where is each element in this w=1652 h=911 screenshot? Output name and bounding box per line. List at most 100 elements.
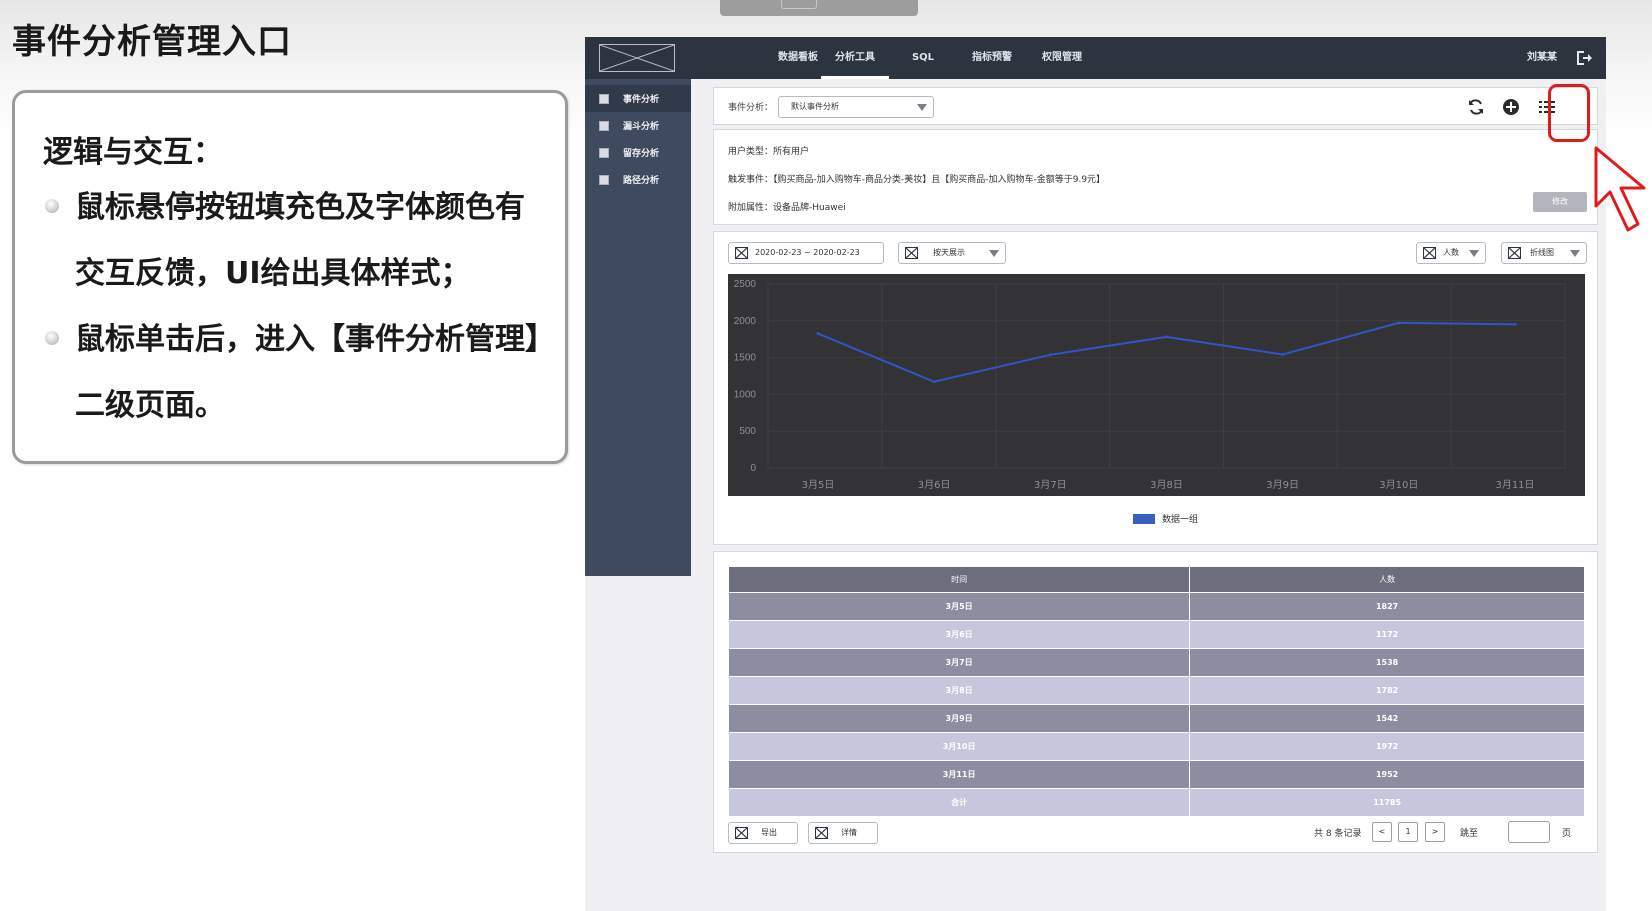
- table-total-row: 合计 11785: [727, 788, 1585, 817]
- refresh-icon[interactable]: [1467, 98, 1485, 116]
- table-row: 3月10日 1972: [727, 732, 1585, 761]
- legend-label: 数据一组: [1162, 515, 1199, 525]
- table-cell: 3月7日: [727, 648, 1191, 677]
- chevron-down-icon: [1570, 250, 1580, 257]
- table-cell: 3月6日: [727, 620, 1191, 649]
- data-point: [1281, 353, 1285, 357]
- nav-metric-alerts[interactable]: 指标预警: [967, 37, 1017, 79]
- table-row: 3月11日 1952: [727, 760, 1585, 789]
- table-cell: 合计: [727, 788, 1191, 817]
- metric-value: 人数: [1443, 248, 1459, 257]
- app-window: 数据看板 分析工具 SQL 指标预警 权限管理 刘某某 事件分析 漏斗分析 留存…: [585, 37, 1606, 911]
- date-range-picker[interactable]: 2020-02-23 ~ 2020-02-23: [728, 242, 884, 264]
- add-circle-icon[interactable]: [1502, 98, 1520, 116]
- bullet-dot-icon: [45, 199, 59, 213]
- total-records-text: 共 8 条记录: [1314, 829, 1362, 839]
- export-button[interactable]: 导出: [728, 822, 798, 844]
- note-bullet-text: 鼠标悬停按钮填充色及字体颜色有交互反馈，UI给出具体样式；: [75, 190, 525, 291]
- jump-label: 跳至: [1460, 829, 1479, 839]
- detail-button[interactable]: 详情: [808, 822, 878, 844]
- column-header-count: 人数: [1189, 566, 1585, 593]
- export-label: 导出: [761, 828, 777, 837]
- table-row: 3月5日 1827: [727, 592, 1585, 621]
- event-analysis-select[interactable]: 默认事件分析: [778, 96, 934, 118]
- table-cell: 1827: [1189, 592, 1585, 621]
- sidebar-item-label: 留存分析: [623, 149, 660, 159]
- sidebar-item-path-analysis[interactable]: 路径分析: [585, 166, 691, 193]
- series-line: [817, 321, 1516, 383]
- menu-item-icon: [599, 93, 609, 104]
- nav-analysis-tools[interactable]: 分析工具: [821, 37, 889, 79]
- table-cell: 1972: [1189, 732, 1585, 761]
- sidebar-item-event-analysis[interactable]: 事件分析: [585, 85, 691, 112]
- date-range-value: 2020-02-23 ~ 2020-02-23: [755, 248, 860, 257]
- next-page-button[interactable]: >: [1425, 822, 1445, 842]
- nav-sql[interactable]: SQL: [905, 37, 941, 79]
- note-heading: 逻辑与交互：: [43, 135, 223, 170]
- x-tick-label: 3月7日: [1034, 479, 1067, 491]
- menu-item-icon: [599, 174, 609, 185]
- y-tick-label: 1500: [734, 353, 757, 364]
- table-cell: 3月10日: [727, 732, 1191, 761]
- chart-type-value: 折线图: [1530, 248, 1554, 257]
- page-unit-label: 页: [1562, 829, 1572, 839]
- x-tick-label: 3月8日: [1150, 479, 1183, 491]
- y-tick-label: 0: [750, 463, 756, 474]
- nav-permissions[interactable]: 权限管理: [1037, 37, 1087, 79]
- table-cell: 1542: [1189, 704, 1585, 733]
- prev-page-button[interactable]: <: [1372, 822, 1392, 842]
- table-header-row: 时间 人数: [727, 566, 1585, 593]
- jump-page-input[interactable]: [1508, 821, 1550, 843]
- granularity-select[interactable]: 按天展示: [898, 242, 1006, 264]
- x-tick-label: 3月9日: [1266, 479, 1299, 491]
- chart-type-icon: [1508, 247, 1521, 259]
- data-point: [1513, 322, 1517, 326]
- slide-title: 事件分析管理入口: [12, 22, 292, 62]
- calendar-icon: [735, 247, 748, 259]
- data-point: [816, 332, 820, 336]
- logic-note-box: 逻辑与交互： 鼠标悬停按钮填充色及字体颜色有交互反馈，UI给出具体样式； 鼠标单…: [12, 90, 568, 464]
- sidebar-item-label: 路径分析: [623, 176, 660, 186]
- metric-select[interactable]: 人数: [1416, 242, 1486, 264]
- data-table: 时间 人数 3月5日 1827 3月6日 1172 3月7日 1538 3月8日 178…: [727, 566, 1585, 817]
- granularity-value: 按天展示: [933, 248, 965, 257]
- data-point: [1165, 335, 1168, 339]
- table-cell: 3月5日: [727, 592, 1191, 621]
- top-navbar: 数据看板 分析工具 SQL 指标预警 权限管理 刘某某: [585, 37, 1606, 79]
- note-bullet-text: 鼠标单击后，进入【事件分析管理】二级页面。: [75, 322, 540, 423]
- logout-icon[interactable]: [1575, 49, 1593, 67]
- metric-icon: [1423, 247, 1436, 259]
- detail-icon: [815, 827, 828, 839]
- table-cell: 1538: [1189, 648, 1585, 677]
- nav-dashboard[interactable]: 数据看板: [773, 37, 823, 79]
- x-tick-label: 3月5日: [802, 479, 835, 491]
- sidebar: 事件分析 漏斗分析 留存分析 路径分析: [585, 79, 691, 576]
- sidebar-item-label: 事件分析: [623, 95, 660, 105]
- sidebar-item-retention-analysis[interactable]: 留存分析: [585, 139, 691, 166]
- chart-type-select[interactable]: 折线图: [1501, 242, 1587, 264]
- current-page[interactable]: 1: [1398, 822, 1418, 842]
- x-tick-label: 3月11日: [1495, 479, 1534, 491]
- bullet-dot-icon: [45, 331, 59, 345]
- attribute-text: 附加属性：设备品牌-Huawei: [728, 203, 846, 213]
- menu-item-icon: [599, 120, 609, 131]
- table-panel: 时间 人数 3月5日 1827 3月6日 1172 3月7日 1538 3月8日 178…: [713, 551, 1598, 853]
- edit-button[interactable]: 修改: [1533, 192, 1587, 212]
- note-bullet-click: 鼠标单击后，进入【事件分析管理】二级页面。: [45, 307, 545, 439]
- data-point: [1397, 321, 1401, 325]
- user-type-text: 用户类型：所有用户: [728, 147, 810, 157]
- detail-label: 详情: [841, 828, 857, 837]
- user-name[interactable]: 刘某某: [1527, 37, 1557, 79]
- sidebar-item-funnel-analysis[interactable]: 漏斗分析: [585, 112, 691, 139]
- x-tick-label: 3月10日: [1379, 479, 1418, 491]
- table-cell: 1782: [1189, 676, 1585, 705]
- y-tick-label: 1000: [734, 389, 757, 400]
- table-row: 3月6日 1172: [727, 620, 1585, 649]
- line-chart: 0 500 1000 1500 2000 2500 3月5日 3月6日 3月7日 3月8日 3月9日…: [728, 274, 1585, 496]
- chevron-down-icon: [989, 250, 999, 257]
- table-row: 3月8日 1782: [727, 676, 1585, 705]
- chart-panel: 2020-02-23 ~ 2020-02-23 按天展示 人数 折线图 0 500…: [713, 231, 1598, 545]
- y-tick-label: 500: [739, 426, 756, 437]
- menu-item-icon: [599, 147, 609, 158]
- query-bar: 事件分析： 默认事件分析: [713, 87, 1598, 125]
